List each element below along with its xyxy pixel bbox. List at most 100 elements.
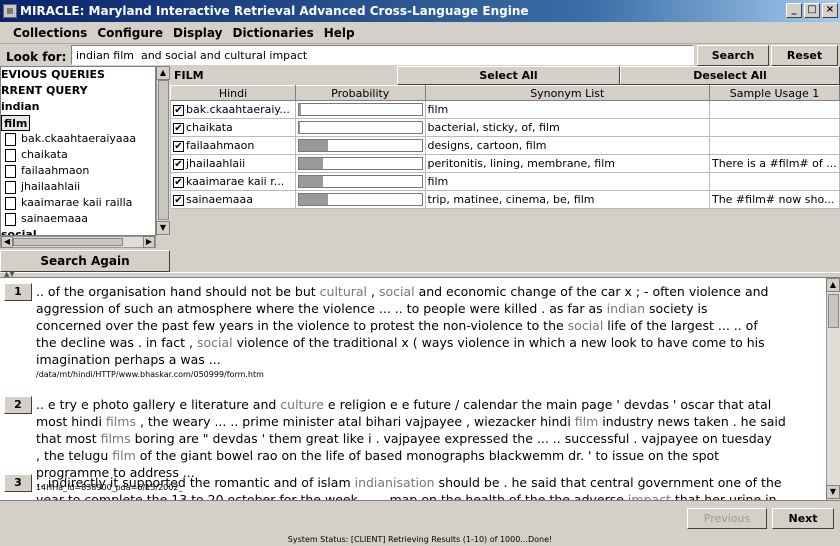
select-checkbox[interactable]: ✔ bbox=[173, 158, 184, 170]
previous-button[interactable]: Previous bbox=[687, 508, 767, 529]
scroll-thumb[interactable] bbox=[158, 80, 169, 220]
hindi-cell: ✔ failaahmaon bbox=[170, 136, 296, 155]
maximize-button[interactable]: □ bbox=[804, 3, 820, 18]
document-icon bbox=[5, 165, 16, 178]
window-controls: _ □ × bbox=[786, 3, 838, 18]
scroll-right-icon[interactable]: ▶ bbox=[143, 236, 155, 248]
snippet-line: that most films boring are " devdas ' th… bbox=[36, 430, 822, 447]
column-header-probability[interactable]: Probability bbox=[294, 85, 426, 101]
tree-vertical-scrollbar[interactable]: ▲ ▼ bbox=[156, 66, 170, 236]
document-icon bbox=[5, 149, 16, 162]
synonym-cell: trip, matinee, cinema, be, film bbox=[424, 190, 710, 209]
term-indian[interactable]: indian bbox=[1, 99, 40, 115]
probability-cell bbox=[294, 172, 426, 191]
probability-cell bbox=[294, 190, 426, 209]
term-film[interactable]: film bbox=[1, 115, 31, 131]
select-checkbox[interactable]: ✔ bbox=[173, 176, 184, 188]
translation-node[interactable]: chaikata bbox=[21, 147, 68, 163]
snippet-text: life of the largest ... .. of bbox=[603, 318, 758, 333]
usage-cell: The #film# now sho... bbox=[708, 190, 840, 209]
snippet-text: the decline was . in fact , bbox=[36, 335, 197, 350]
select-all-button[interactable]: Select All bbox=[397, 66, 620, 85]
scroll-up-icon[interactable]: ▲ bbox=[826, 278, 840, 292]
hindi-term: kaaimarae kaii r... bbox=[186, 175, 285, 188]
menu-help[interactable]: Help bbox=[319, 22, 360, 43]
query-tree[interactable]: EVIOUS QUERIES RRENT QUERY indian film b… bbox=[0, 66, 156, 236]
hindi-cell: ✔ sainaemaaa bbox=[170, 190, 296, 209]
translation-node[interactable]: jhailaahlaii bbox=[21, 179, 80, 195]
table-row[interactable]: ✔ bak.ckaahtaeraiy... film bbox=[170, 100, 840, 119]
select-checkbox[interactable]: ✔ bbox=[173, 140, 184, 152]
snippet-text: , bbox=[367, 284, 379, 299]
hindi-term: sainaemaaa bbox=[186, 193, 253, 206]
scroll-down-icon[interactable]: ▼ bbox=[826, 485, 840, 499]
scroll-left-icon[interactable]: ◀ bbox=[1, 236, 13, 248]
scroll-up-icon[interactable]: ▲ bbox=[156, 66, 170, 80]
menu-dictionaries[interactable]: Dictionaries bbox=[227, 22, 318, 43]
menu-collections[interactable]: Collections bbox=[8, 22, 92, 43]
search-again-button[interactable]: Search Again bbox=[0, 250, 170, 272]
results-scrollbar[interactable]: ▲ ▼ bbox=[826, 278, 840, 500]
snippet-text: e religion e e future / calendar the mai… bbox=[323, 397, 772, 412]
table-row[interactable]: ✔ kaaimarae kaii r... film bbox=[170, 172, 840, 191]
column-header-hindi[interactable]: Hindi bbox=[170, 85, 296, 101]
table-row[interactable]: ✔ sainaemaaa trip, matinee, cinema, be, fi… bbox=[170, 190, 840, 209]
menu-display[interactable]: Display bbox=[168, 22, 227, 43]
probability-bar bbox=[297, 175, 423, 188]
result-source-path[interactable]: /data/mt/hindi/HTTP/www.bhaskar.com/0509… bbox=[36, 370, 264, 379]
column-header-sample-usage[interactable]: Sample Usage 1 bbox=[708, 85, 840, 101]
menu-bar: Collections Configure Display Dictionari… bbox=[0, 22, 840, 44]
translation-node[interactable]: bak.ckaahtaeraiyaaa bbox=[21, 131, 136, 147]
snippet-line: .. of the organisation hand should not b… bbox=[36, 283, 822, 300]
snippet-line: aggression of such an atmosphere where t… bbox=[36, 300, 822, 317]
select-checkbox[interactable]: ✔ bbox=[173, 122, 184, 134]
result-rank-button[interactable]: 2 bbox=[4, 396, 32, 414]
query-bar: Look for: Search Reset bbox=[0, 44, 840, 66]
probability-cell bbox=[294, 118, 426, 137]
deselect-all-button[interactable]: Deselect All bbox=[620, 66, 840, 85]
close-button[interactable]: × bbox=[822, 3, 838, 18]
document-icon bbox=[5, 181, 16, 194]
result-rank-button[interactable]: 1 bbox=[4, 283, 32, 301]
keyword-highlight: film bbox=[574, 414, 599, 429]
table-row[interactable]: ✔ chaikata bacterial, sticky, of, film bbox=[170, 118, 840, 137]
minimize-button[interactable]: _ bbox=[786, 3, 802, 18]
translation-node[interactable]: sainaemaaa bbox=[21, 211, 88, 227]
document-icon bbox=[5, 197, 16, 210]
snippet-line: the decline was . in fact , social viole… bbox=[36, 334, 822, 351]
results-list: 1 .. of the organisation hand should not … bbox=[0, 278, 826, 500]
next-button[interactable]: Next bbox=[772, 508, 834, 529]
term-social[interactable]: social bbox=[1, 227, 37, 235]
current-query-node[interactable]: RRENT QUERY bbox=[1, 83, 88, 99]
usage-cell: There is a #film# of ... bbox=[708, 154, 840, 173]
translation-table: Hindi Probability Synonym List Sample Us… bbox=[170, 85, 840, 209]
tree-horizontal-scrollbar[interactable]: ◀ ▶ bbox=[0, 236, 156, 248]
translation-node[interactable]: kaaimarae kaii railla bbox=[21, 195, 132, 211]
keyword-highlight: films bbox=[100, 431, 131, 446]
previous-queries-node[interactable]: EVIOUS QUERIES bbox=[1, 67, 105, 83]
select-checkbox[interactable]: ✔ bbox=[173, 104, 184, 116]
reset-button[interactable]: Reset bbox=[771, 45, 838, 66]
keyword-highlight: indianisation bbox=[354, 475, 435, 490]
result-rank-button[interactable]: 3 bbox=[4, 474, 32, 492]
scroll-thumb[interactable] bbox=[13, 238, 123, 246]
keyword-highlight: indian bbox=[606, 301, 646, 316]
probability-cell bbox=[294, 154, 426, 173]
scroll-thumb[interactable] bbox=[828, 294, 839, 328]
table-row[interactable]: ✔ jhailaahlaii peritonitis, lining, membra… bbox=[170, 154, 840, 173]
select-checkbox[interactable]: ✔ bbox=[173, 194, 184, 206]
scroll-down-icon[interactable]: ▼ bbox=[156, 221, 170, 235]
snippet-text: imagination perhaps a was ... bbox=[36, 352, 221, 367]
translation-node[interactable]: failaahmaon bbox=[21, 163, 89, 179]
hindi-term: bak.ckaahtaeraiy... bbox=[186, 103, 290, 116]
menu-configure[interactable]: Configure bbox=[92, 22, 168, 43]
column-header-synonym-list[interactable]: Synonym List bbox=[424, 85, 710, 101]
probability-cell bbox=[294, 136, 426, 155]
hindi-term: chaikata bbox=[186, 121, 233, 134]
table-row[interactable]: ✔ failaahmaon designs, cartoon, film bbox=[170, 136, 840, 155]
search-button[interactable]: Search bbox=[697, 45, 769, 66]
query-input[interactable] bbox=[71, 45, 694, 65]
splitter-arrows-icon[interactable]: ▲▼ bbox=[4, 270, 15, 278]
usage-cell bbox=[708, 172, 840, 191]
snippet-text: aggression of such an atmosphere where t… bbox=[36, 301, 607, 316]
